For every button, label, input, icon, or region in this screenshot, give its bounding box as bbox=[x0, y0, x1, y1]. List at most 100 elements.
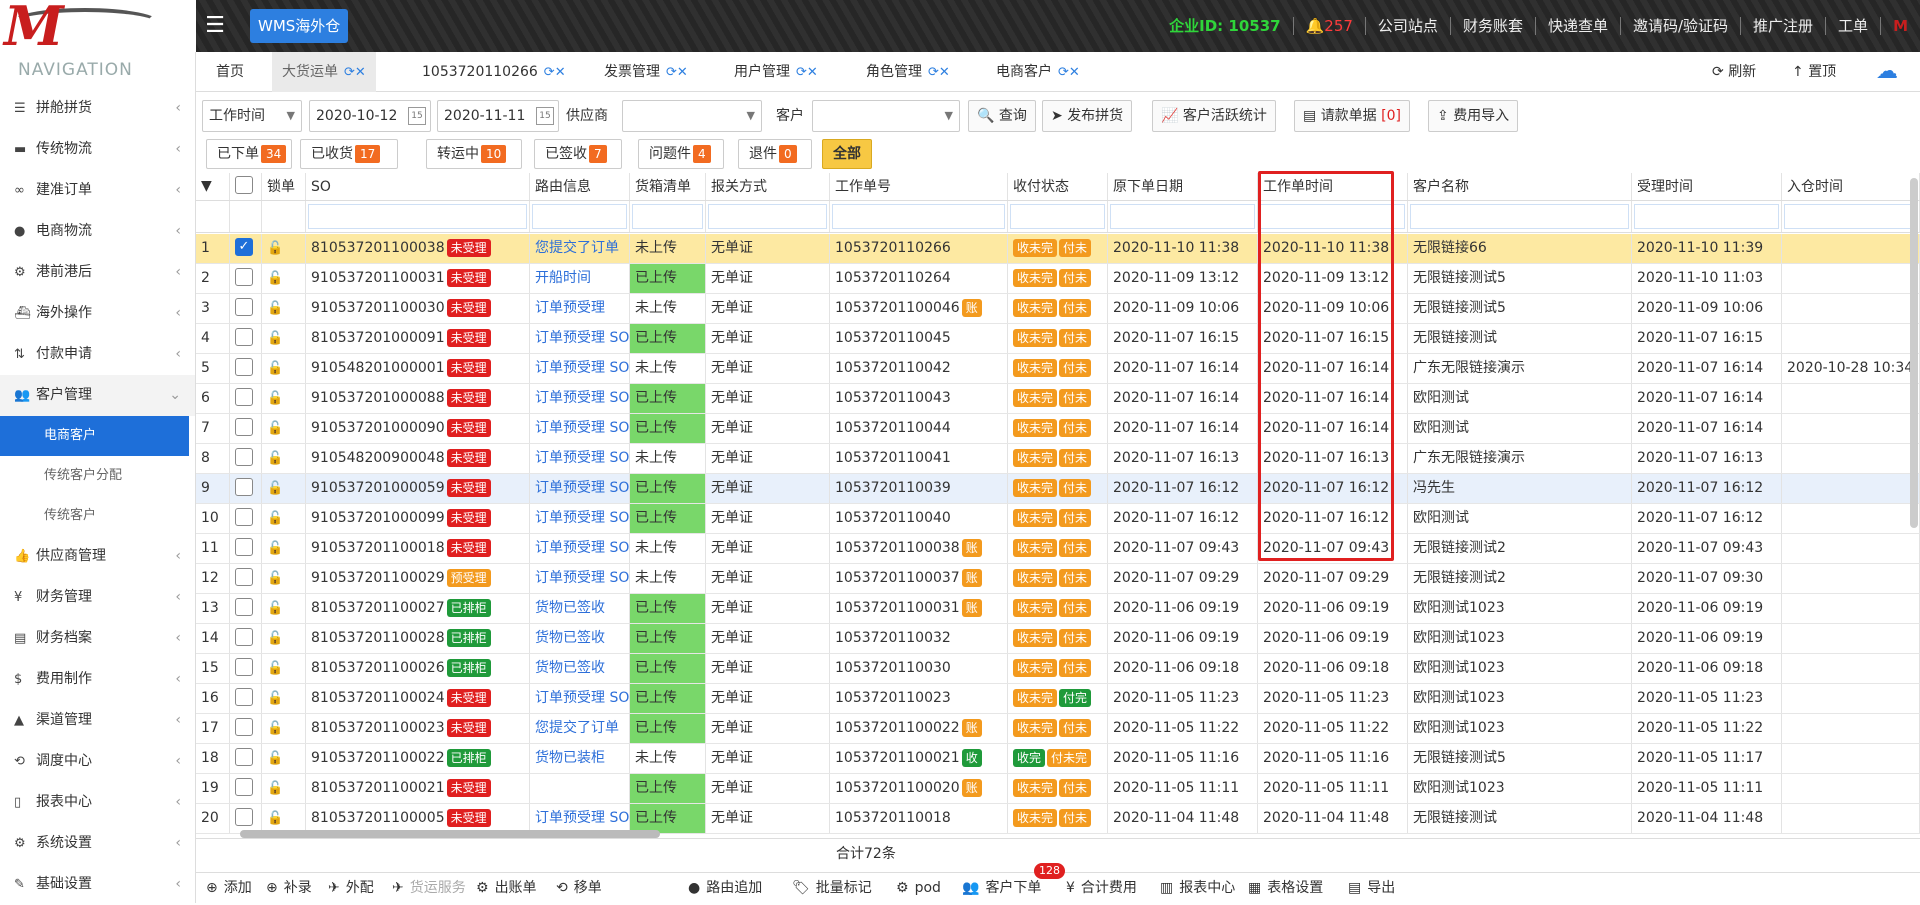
route-info-link[interactable]: 开船时间 bbox=[535, 270, 591, 286]
sidebar-item-channel[interactable]: ▲ 渠道管理 ‹ bbox=[0, 700, 195, 741]
route-info-link[interactable]: 订单预受理 bbox=[535, 300, 605, 316]
pin-top-button[interactable]: ↑ 置顶 bbox=[1792, 52, 1836, 92]
col-route[interactable]: 路由信息 bbox=[530, 173, 630, 200]
work-order-cell[interactable]: 1053720110018 bbox=[830, 804, 1008, 833]
sidebar-item-overseas-ops[interactable]: ⛴ 海外操作 ‹ bbox=[0, 293, 195, 334]
row-checkbox[interactable] bbox=[235, 448, 253, 466]
route-cell[interactable]: 订单预受理 SO bbox=[530, 444, 630, 473]
unlock-icon[interactable]: 🔓 bbox=[267, 781, 283, 796]
warehouse-filter-input[interactable] bbox=[1784, 204, 1917, 229]
row-checkbox[interactable] bbox=[235, 358, 253, 376]
chat-icon[interactable]: ☁ bbox=[1876, 52, 1898, 92]
lock-cell[interactable]: 🔓 bbox=[262, 744, 306, 773]
work-order-cell[interactable]: 1053720110023 bbox=[830, 684, 1008, 713]
row-checkbox[interactable] bbox=[235, 268, 253, 286]
work-order-cell[interactable]: 1053720110043 bbox=[830, 384, 1008, 413]
link-finance-accounts[interactable]: 财务账套 bbox=[1449, 17, 1535, 35]
route-cell[interactable]: 订单预受理 SO bbox=[530, 504, 630, 533]
orig-date-filter-input[interactable] bbox=[1110, 204, 1255, 229]
route-cell[interactable]: 货物已装柜 bbox=[530, 744, 630, 773]
row-checkbox[interactable] bbox=[235, 478, 253, 496]
lock-cell[interactable]: 🔓 bbox=[262, 234, 306, 263]
col-payment-status[interactable]: 收付状态 bbox=[1008, 173, 1108, 200]
report-center-button[interactable]: ▥ 报表中心 bbox=[1160, 873, 1235, 904]
row-checkbox[interactable] bbox=[235, 778, 253, 796]
unlock-icon[interactable]: 🔓 bbox=[267, 271, 283, 286]
unlock-icon[interactable]: 🔓 bbox=[267, 301, 283, 316]
lock-cell[interactable]: 🔓 bbox=[262, 444, 306, 473]
lock-cell[interactable]: 🔓 bbox=[262, 804, 306, 833]
refresh-icon[interactable]: ⟳ bbox=[928, 65, 939, 80]
sidebar-item-port[interactable]: ⚙ 港前港后 ‹ bbox=[0, 252, 195, 293]
tab-user-mgmt[interactable]: 用户管理 ⟳✕ bbox=[734, 52, 818, 92]
fee-import-button[interactable]: ⇪ 费用导入 bbox=[1428, 100, 1519, 132]
route-filter-input[interactable] bbox=[532, 204, 627, 229]
route-cell[interactable]: 开船时间 bbox=[530, 264, 630, 293]
customer-select[interactable]: ▼ bbox=[812, 100, 960, 132]
table-row[interactable]: 14 🔓 810537201100028 已排柜 货物已签收 已上传 无单证 10537201… bbox=[196, 624, 1920, 654]
publish-consolidation-button[interactable]: ➤ 发布拼货 bbox=[1042, 100, 1133, 132]
route-cell[interactable]: 货物已签收 bbox=[530, 624, 630, 653]
row-checkbox-cell[interactable] bbox=[230, 804, 262, 833]
row-checkbox-cell[interactable] bbox=[230, 684, 262, 713]
freight-service-button[interactable]: ✈ 货运服务 bbox=[392, 873, 466, 904]
work-order-cell[interactable]: 10537201100046 账 bbox=[830, 294, 1008, 323]
tab-role-mgmt[interactable]: 角色管理 ⟳✕ bbox=[866, 52, 950, 92]
work-order-cell[interactable]: 1053720110042 bbox=[830, 354, 1008, 383]
unlock-icon[interactable]: 🔓 bbox=[267, 601, 283, 616]
row-checkbox[interactable] bbox=[235, 328, 253, 346]
sidebar-item-orders[interactable]: ∞ 建准订单 ‹ bbox=[0, 170, 195, 211]
lock-cell[interactable]: 🔓 bbox=[262, 324, 306, 353]
table-row[interactable]: 10 🔓 910537201000099 未受理 订单预受理 SO 已上传 无单证 10537… bbox=[196, 504, 1920, 534]
create-bill-button[interactable]: ⚙ 出账单 bbox=[476, 873, 537, 904]
table-row[interactable]: 5 🔓 910548201000001 未受理 订单预受理 SO 未上传 无单证 105372… bbox=[196, 354, 1920, 384]
unlock-icon[interactable]: 🔓 bbox=[267, 661, 283, 676]
table-row[interactable]: 15 🔓 810537201100026 已排柜 货物已签收 已上传 无单证 10537201… bbox=[196, 654, 1920, 684]
route-info-link[interactable]: 订单预受理 SO bbox=[535, 570, 629, 586]
route-cell[interactable]: 订单预受理 SO bbox=[530, 804, 630, 833]
lock-cell[interactable]: 🔓 bbox=[262, 504, 306, 533]
tab-order-1053720110266[interactable]: 1053720110266 ⟳✕ bbox=[422, 52, 566, 92]
row-checkbox[interactable] bbox=[235, 748, 253, 766]
work-order-cell[interactable]: 1053720110041 bbox=[830, 444, 1008, 473]
table-row[interactable]: 19 🔓 810537201100021 未受理 已上传 无单证 1053720110002… bbox=[196, 774, 1920, 804]
row-checkbox-cell[interactable] bbox=[230, 534, 262, 563]
user-avatar-icon[interactable]: M bbox=[1880, 17, 1920, 35]
tab-invoice[interactable]: 发票管理 ⟳✕ bbox=[604, 52, 688, 92]
route-cell[interactable]: 订单预受理 SO bbox=[530, 684, 630, 713]
calendar-icon[interactable]: 15 bbox=[408, 107, 426, 125]
refresh-icon[interactable]: ⟳ bbox=[666, 65, 677, 80]
query-button[interactable]: 🔍 查询 bbox=[968, 100, 1036, 132]
table-row[interactable]: 1 ✓ 🔓 810537201100038 未受理 您提交了订单 未上传 无单证 1053720… bbox=[196, 234, 1920, 264]
table-row[interactable]: 9 🔓 910537201000059 未受理 订单预受理 SO 已上传 无单证 105372… bbox=[196, 474, 1920, 504]
date-to-input[interactable]: 2020-11-11 15 bbox=[437, 100, 559, 132]
close-icon[interactable]: ✕ bbox=[939, 65, 950, 80]
sidebar-item-ecommerce-logistics[interactable]: ● 电商物流 ‹ bbox=[0, 211, 195, 252]
refresh-icon[interactable]: ⟳ bbox=[344, 65, 355, 80]
lock-cell[interactable]: 🔓 bbox=[262, 624, 306, 653]
route-cell[interactable]: 订单预受理 SO bbox=[530, 324, 630, 353]
lock-cell[interactable]: 🔓 bbox=[262, 564, 306, 593]
route-info-link[interactable]: 货物已签收 bbox=[535, 660, 605, 676]
row-checkbox[interactable] bbox=[235, 418, 253, 436]
sidebar-item-basic-settings[interactable]: ✎ 基础设置 ‹ bbox=[0, 864, 195, 905]
route-cell[interactable]: 货物已签收 bbox=[530, 654, 630, 683]
so-filter-input[interactable] bbox=[308, 204, 527, 229]
table-settings-button[interactable]: ▦ 表格设置 bbox=[1248, 873, 1323, 904]
col-customer-name[interactable]: 客户名称 bbox=[1408, 173, 1632, 200]
unlock-icon[interactable]: 🔓 bbox=[267, 481, 283, 496]
supplier-select[interactable]: ▼ bbox=[622, 100, 762, 132]
link-company-site[interactable]: 公司站点 bbox=[1364, 17, 1450, 35]
sidebar-item-finance-archive[interactable]: ▤ 财务档案 ‹ bbox=[0, 618, 195, 659]
work-order-cell[interactable]: 10537201100021 收 bbox=[830, 744, 1008, 773]
lock-cell[interactable]: 🔓 bbox=[262, 774, 306, 803]
vertical-scrollbar[interactable] bbox=[1910, 178, 1918, 528]
route-cell[interactable] bbox=[530, 774, 630, 803]
route-cell[interactable]: 订单预受理 SO bbox=[530, 354, 630, 383]
lock-cell[interactable]: 🔓 bbox=[262, 264, 306, 293]
unlock-icon[interactable]: 🔓 bbox=[267, 631, 283, 646]
row-checkbox-cell[interactable] bbox=[230, 744, 262, 773]
work-order-cell[interactable]: 1053720110045 bbox=[830, 324, 1008, 353]
col-accept-time[interactable]: 受理时间 bbox=[1632, 173, 1782, 200]
route-cell[interactable]: 订单预受理 SO bbox=[530, 384, 630, 413]
